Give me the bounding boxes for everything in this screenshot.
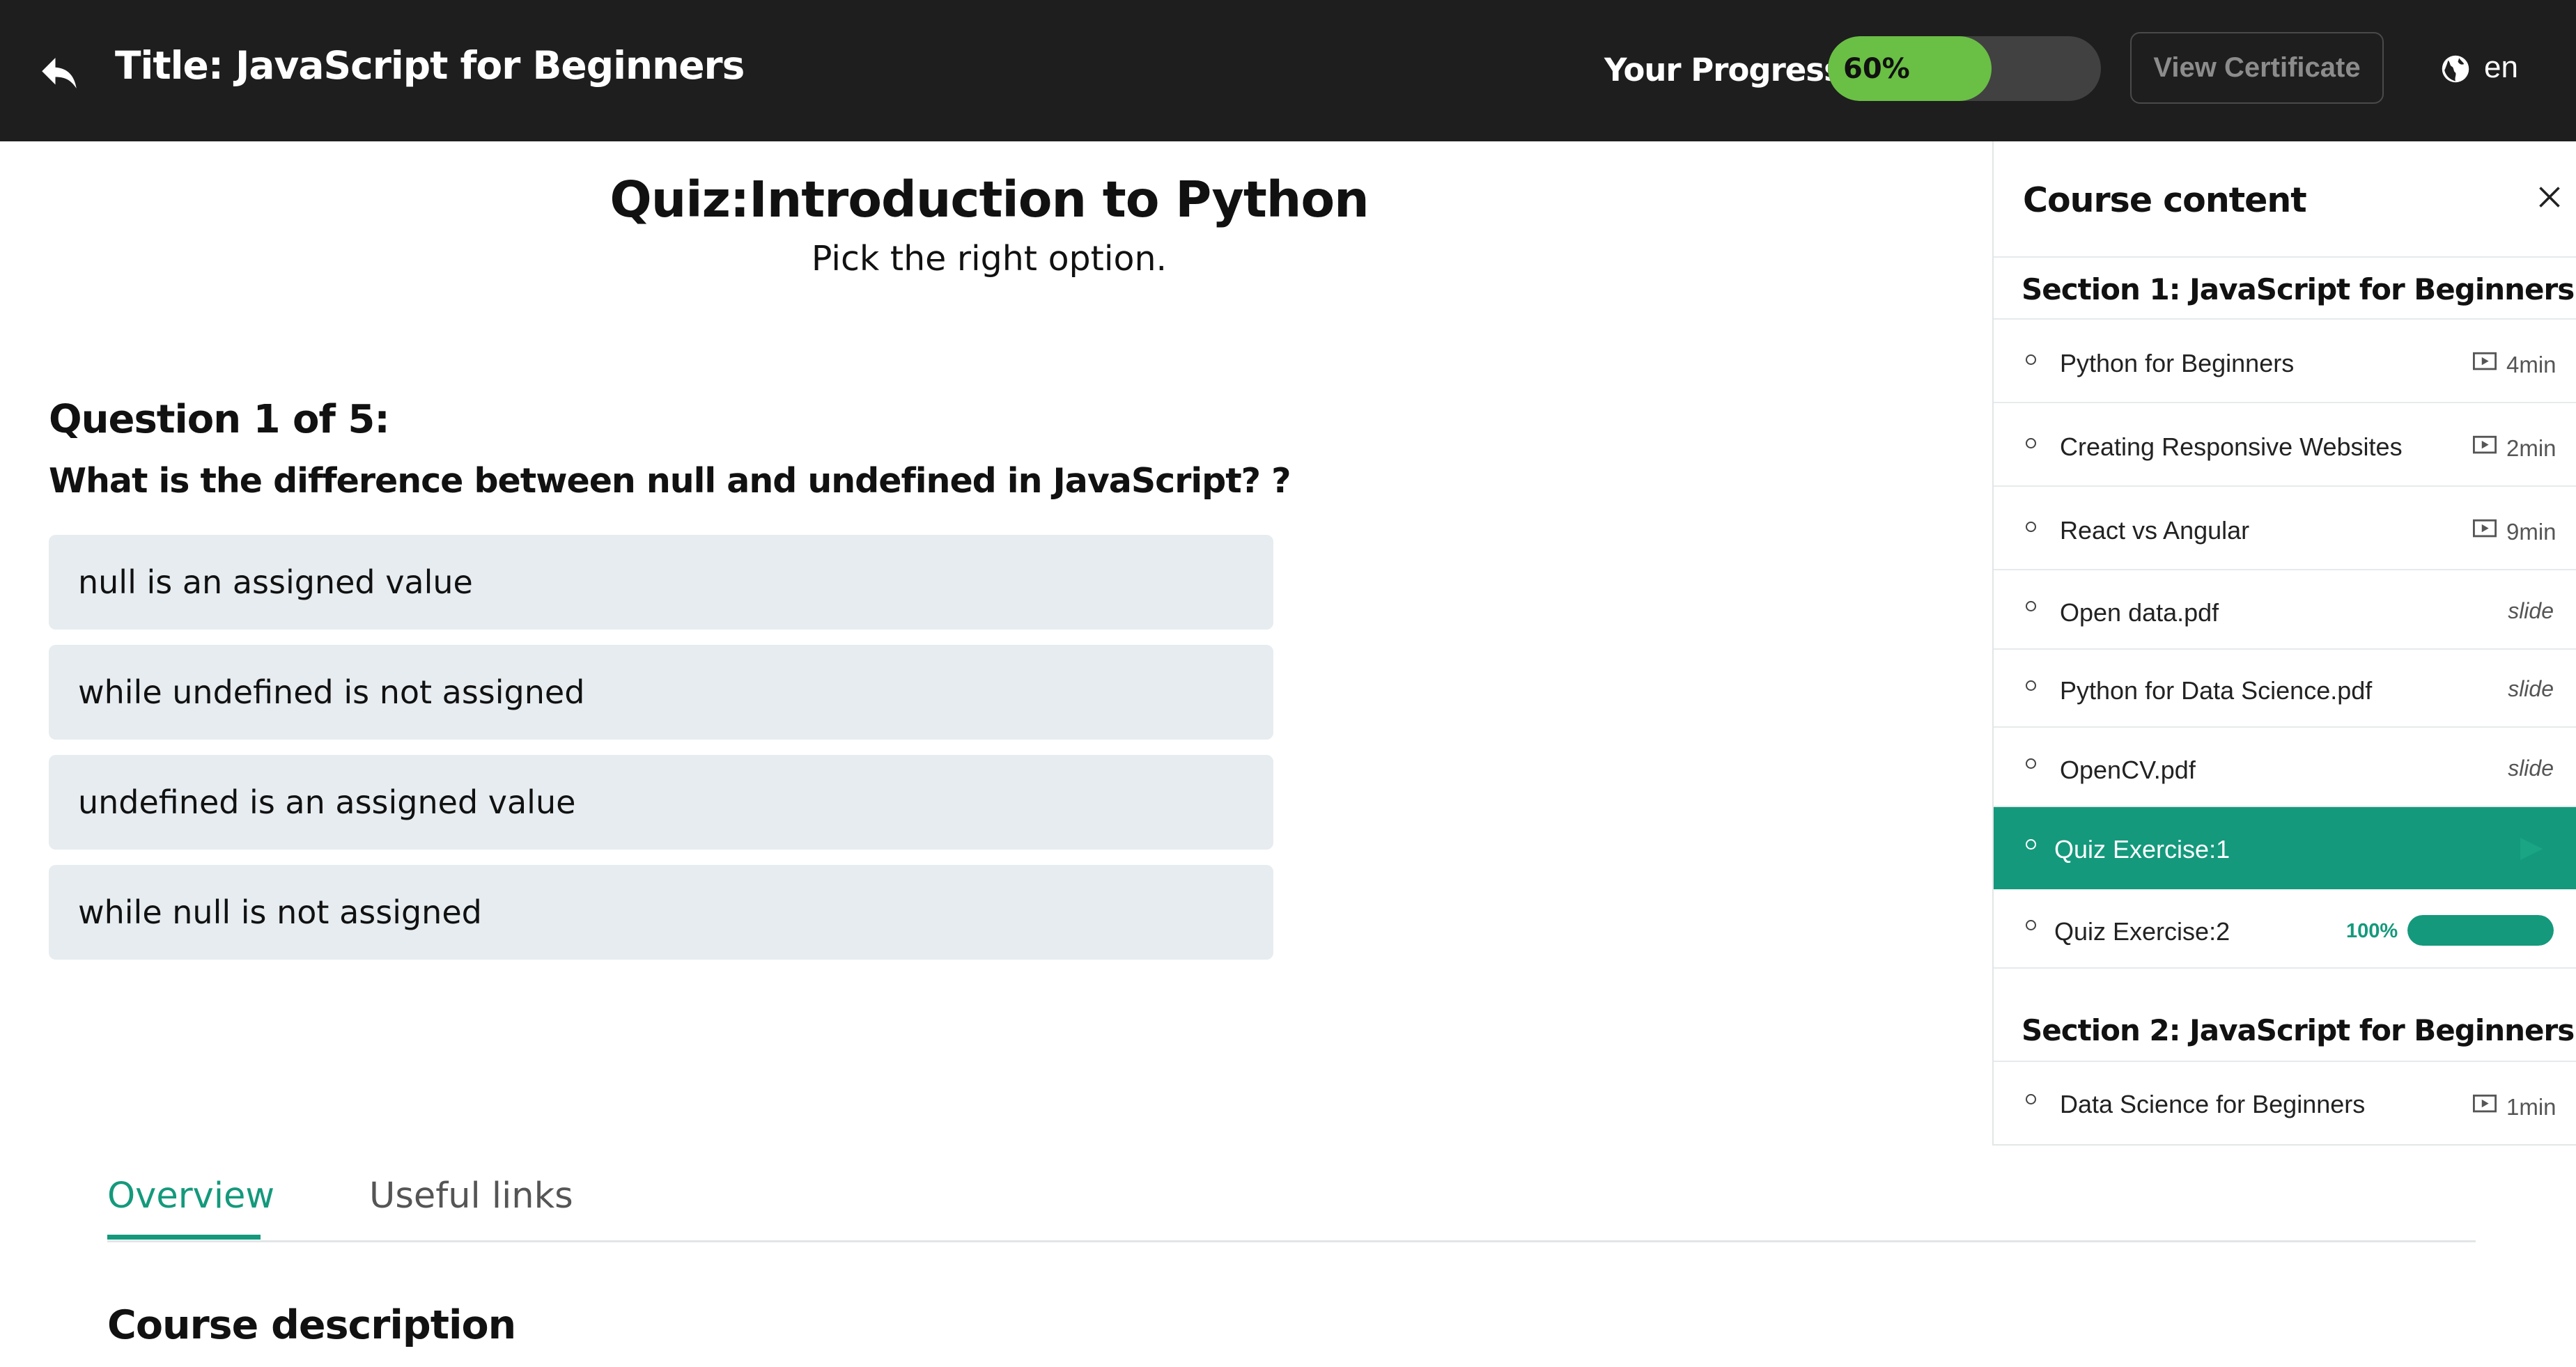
section-heading[interactable]: Section 2: JavaScript for Beginners <box>2022 1013 2575 1047</box>
answer-option[interactable]: while null is not assigned <box>49 865 1273 960</box>
tab-overview[interactable]: Overview <box>107 1175 274 1217</box>
progress-label: Your Progress <box>1604 52 1842 88</box>
answer-option[interactable]: undefined is an assigned value <box>49 755 1273 850</box>
lesson-item[interactable]: Open data.pdf slide <box>1994 570 2576 650</box>
answer-option[interactable]: while undefined is not assigned <box>49 645 1273 740</box>
active-tab-indicator <box>107 1235 261 1240</box>
lesson-progress-bar <box>2407 915 2554 946</box>
lesson-item[interactable]: Creating Responsive Websites 2min <box>1994 403 2576 487</box>
language-label[interactable]: en <box>2484 50 2518 85</box>
lesson-item[interactable]: Python for Data Science.pdf slide <box>1994 650 2576 728</box>
lesson-duration: 4min <box>2506 352 2556 377</box>
top-bar: Title: JavaScript for Beginners Your Pro… <box>0 0 2576 141</box>
section-heading[interactable]: Section 1: JavaScript for Beginners <box>2022 272 2575 306</box>
tabs-divider <box>107 1240 2476 1242</box>
question-text: What is the difference between null and … <box>49 461 1291 501</box>
lesson-name: Python for Data Science.pdf <box>2060 676 2373 705</box>
sidebar-title: Course content <box>2023 180 2307 220</box>
lesson-item[interactable]: Python for Beginners 4min <box>1994 320 2576 403</box>
lesson-item[interactable]: Quiz Exercise:2 100% <box>1994 889 2576 969</box>
lesson-duration: 9min <box>2506 519 2556 545</box>
quiz-subtitle: Pick the right option. <box>811 239 1167 279</box>
course-title: Title: JavaScript for Beginners <box>115 43 745 88</box>
bullet-icon <box>2026 758 2036 769</box>
lesson-name: Data Science for Beginners <box>2060 1090 2366 1118</box>
video-icon <box>2473 352 2497 370</box>
answer-option[interactable]: null is an assigned value <box>49 535 1273 630</box>
lesson-duration: 2min <box>2506 435 2556 461</box>
globe-icon[interactable] <box>2441 54 2470 84</box>
lesson-progress-fill <box>2407 915 2554 946</box>
question-number: Question 1 of 5: <box>49 397 390 442</box>
course-content-sidebar: Course content Section 1: JavaScript for… <box>1992 141 2576 1146</box>
back-arrow-icon[interactable] <box>36 50 82 96</box>
video-icon <box>2473 1094 2497 1113</box>
lesson-type: slide <box>2508 598 2554 623</box>
divider <box>1994 256 2576 258</box>
course-description-heading: Course description <box>107 1302 516 1348</box>
progress-percentage: 60% <box>1843 53 1910 85</box>
quiz-title: Quiz:Introduction to Python <box>610 171 1369 228</box>
play-indicator-icon <box>2520 838 2543 860</box>
lesson-name: Python for Beginners <box>2060 349 2295 377</box>
lesson-name: React vs Angular <box>2060 516 2250 545</box>
lesson-type: slide <box>2508 756 2554 781</box>
lesson-name: Open data.pdf <box>2060 598 2219 627</box>
tab-useful-links[interactable]: Useful links <box>369 1175 573 1217</box>
video-icon <box>2473 435 2497 454</box>
bullet-icon <box>2026 839 2036 850</box>
lesson-item[interactable]: OpenCV.pdf slide <box>1994 728 2576 807</box>
lesson-item-active[interactable]: Quiz Exercise:1 <box>1994 807 2576 889</box>
bullet-icon <box>2026 354 2036 365</box>
bullet-icon <box>2026 1094 2036 1104</box>
bullet-icon <box>2026 680 2036 691</box>
lesson-name: Quiz Exercise:2 <box>2054 917 2230 946</box>
close-icon[interactable] <box>2537 185 2562 210</box>
lesson-item[interactable]: React vs Angular 9min <box>1994 487 2576 570</box>
lesson-item[interactable]: Data Science for Beginners 1min <box>1994 1062 2576 1143</box>
lesson-name: Creating Responsive Websites <box>2060 432 2403 461</box>
bullet-icon <box>2026 438 2036 448</box>
lesson-duration: 1min <box>2506 1094 2556 1120</box>
lesson-name: OpenCV.pdf <box>2060 756 2196 784</box>
bullet-icon <box>2026 601 2036 611</box>
view-certificate-button[interactable]: View Certificate <box>2130 32 2384 104</box>
bullet-icon <box>2026 920 2036 930</box>
lesson-progress-percentage: 100% <box>2346 920 2398 942</box>
lesson-type: slide <box>2508 676 2554 701</box>
video-icon <box>2473 519 2497 538</box>
lesson-name: Quiz Exercise:1 <box>2054 835 2230 864</box>
bullet-icon <box>2026 522 2036 532</box>
progress-bar: 60% <box>1828 36 2101 101</box>
